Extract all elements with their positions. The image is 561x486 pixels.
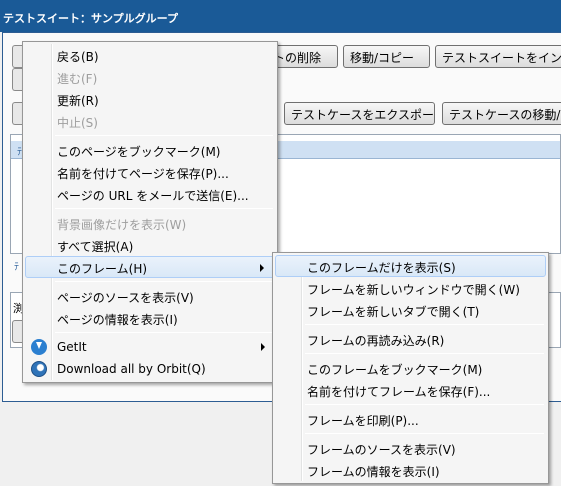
- getit-icon: [31, 339, 47, 355]
- menu-separator: [55, 135, 273, 136]
- orbit-icon: [31, 361, 47, 377]
- menu-item-reload[interactable]: 更新(R): [25, 88, 275, 110]
- menu-item-select-all-label: すべて選択(A): [57, 240, 134, 254]
- menu-separator: [305, 404, 544, 405]
- menu-item-bookmark-page[interactable]: このページをブックマーク(M): [25, 139, 275, 161]
- menu-item-send-link[interactable]: ページの URL をメールで送信(E)...: [25, 183, 275, 205]
- submenu-item-open-frame-new-window-label: フレームを新しいウィンドウで開く(W): [307, 283, 520, 297]
- menu-item-this-frame-label: このフレーム(H): [57, 262, 148, 276]
- menu-item-bookmark-page-label: このページをブックマーク(M): [57, 145, 221, 159]
- export-test-case-button[interactable]: テストケースをエクスポート: [284, 102, 435, 125]
- menu-item-forward[interactable]: 進む(F): [25, 66, 275, 88]
- menu-separator: [55, 332, 273, 333]
- submenu-item-open-frame-new-tab-label: フレームを新しいタブで開く(T): [307, 305, 480, 319]
- menu-item-download-all-orbit-label: Download all by Orbit(Q): [57, 362, 206, 376]
- menu-item-view-background-image[interactable]: 背景画像だけを表示(W): [25, 212, 275, 234]
- submenu-item-view-frame-source-label: フレームのソースを表示(V): [307, 443, 456, 457]
- menu-item-forward-label: 進む(F): [57, 72, 98, 86]
- menu-item-view-page-info-label: ページの情報を表示(I): [57, 313, 178, 327]
- menu-separator: [55, 208, 273, 209]
- menu-item-getit[interactable]: GetIt: [25, 336, 275, 358]
- window-title: テストスイート：サンプルグループ: [3, 12, 179, 25]
- submenu-item-show-only-this-frame-label: このフレームだけを表示(S): [307, 261, 456, 275]
- submenu-arrow-icon: [260, 264, 264, 272]
- menu-item-this-frame[interactable]: このフレーム(H): [25, 256, 275, 278]
- menu-item-view-page-info[interactable]: ページの情報を表示(I): [25, 307, 275, 329]
- menu-item-back[interactable]: 戻る(B): [25, 44, 275, 66]
- submenu-item-view-frame-info-label: フレームの情報を表示(I): [307, 465, 440, 479]
- menu-item-getit-label: GetIt: [57, 340, 87, 354]
- move-test-case-button[interactable]: テストケースの移動/コ: [442, 102, 561, 125]
- menu-item-view-page-source-label: ページのソースを表示(V): [57, 291, 194, 305]
- menu-separator: [305, 433, 544, 434]
- menu-item-stop-label: 中止(S): [57, 116, 98, 130]
- menu-item-back-label: 戻る(B): [57, 50, 99, 64]
- submenu-item-view-frame-source[interactable]: フレームのソースを表示(V): [275, 437, 546, 459]
- menu-item-stop[interactable]: 中止(S): [25, 110, 275, 132]
- window-title-bar: テストスイート：サンプルグループ: [0, 0, 561, 32]
- submenu-item-save-frame-as-label: 名前を付けてフレームを保存(F)...: [307, 385, 491, 399]
- context-menu: 戻る(B) 進む(F) 更新(R) 中止(S) このページをブックマーク(M) …: [22, 41, 278, 383]
- submenu-arrow-icon: [261, 343, 265, 351]
- menu-separator: [305, 324, 544, 325]
- submenu-item-bookmark-frame-label: このフレームをブックマーク(M): [307, 363, 483, 377]
- submenu-item-open-frame-new-tab[interactable]: フレームを新しいタブで開く(T): [275, 299, 546, 321]
- frame-submenu: このフレームだけを表示(S) フレームを新しいウィンドウで開く(W) フレームを…: [272, 252, 549, 484]
- menu-separator: [305, 353, 544, 354]
- menu-item-reload-label: 更新(R): [57, 94, 99, 108]
- menu-item-view-background-image-label: 背景画像だけを表示(W): [57, 218, 187, 232]
- menu-item-download-all-orbit[interactable]: Download all by Orbit(Q): [25, 358, 275, 380]
- menu-item-save-page-as[interactable]: 名前を付けてページを保存(P)...: [25, 161, 275, 183]
- submenu-item-show-only-this-frame[interactable]: このフレームだけを表示(S): [275, 255, 546, 277]
- menu-item-send-link-label: ページの URL をメールで送信(E)...: [57, 189, 249, 203]
- submenu-item-save-frame-as[interactable]: 名前を付けてフレームを保存(F)...: [275, 379, 546, 401]
- menu-item-save-page-as-label: 名前を付けてページを保存(P)...: [57, 167, 229, 181]
- submenu-item-view-frame-info[interactable]: フレームの情報を表示(I): [275, 459, 546, 481]
- panel-label-2: ﾃ: [14, 262, 19, 273]
- submenu-item-reload-frame[interactable]: フレームの再読み込み(R): [275, 328, 546, 350]
- submenu-item-bookmark-frame[interactable]: このフレームをブックマーク(M): [275, 357, 546, 379]
- import-test-suite-button[interactable]: テストスイートをインポー: [435, 45, 561, 68]
- menu-item-select-all[interactable]: すべて選択(A): [25, 234, 275, 256]
- submenu-item-open-frame-new-window[interactable]: フレームを新しいウィンドウで開く(W): [275, 277, 546, 299]
- menu-item-view-page-source[interactable]: ページのソースを表示(V): [25, 285, 275, 307]
- menu-separator: [55, 281, 273, 282]
- submenu-item-reload-frame-label: フレームの再読み込み(R): [307, 334, 445, 348]
- submenu-item-print-frame-label: フレームを印刷(P)...: [307, 414, 419, 428]
- submenu-item-print-frame[interactable]: フレームを印刷(P)...: [275, 408, 546, 430]
- move-copy-button[interactable]: 移動/コピー: [343, 45, 430, 68]
